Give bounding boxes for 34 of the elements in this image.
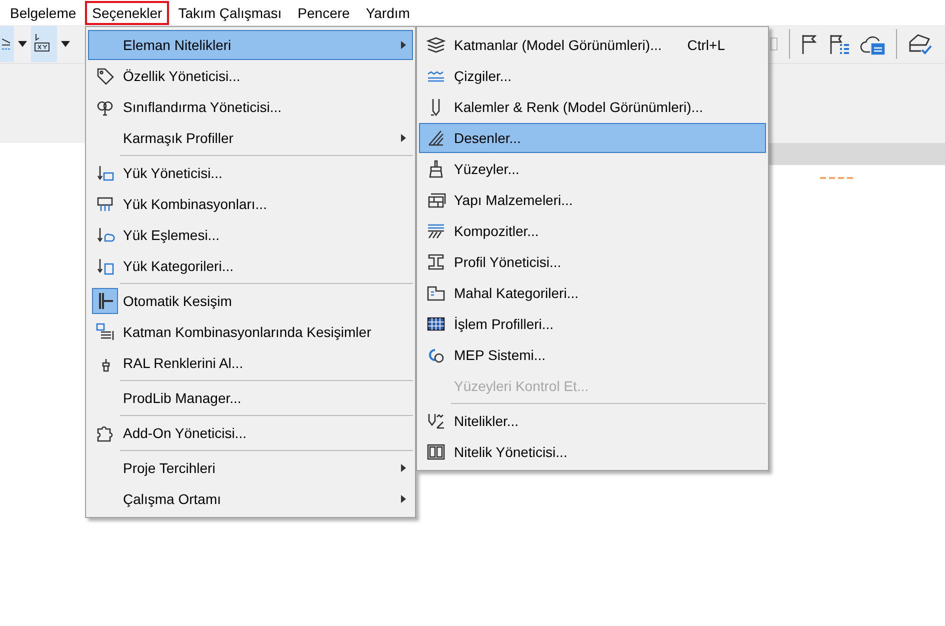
menu-item[interactable]: Add-On Yöneticisi... <box>88 418 413 448</box>
menu-item[interactable]: Çalışma Ortamı <box>88 484 413 514</box>
menu-item[interactable]: Kalemler & Renk (Model Görünümleri)... <box>419 92 766 122</box>
menu-item[interactable]: Otomatik Kesişim <box>88 286 413 316</box>
menu-item[interactable]: İşlem Profilleri... <box>419 309 766 339</box>
shortcut-text: Ctrl+L <box>687 37 725 53</box>
menu-item[interactable]: MEP Sistemi... <box>419 340 766 370</box>
menu-item[interactable]: Yapı Malzemeleri... <box>419 185 766 215</box>
menu-item[interactable]: Katmanlar (Model Görünümleri)... Ctrl+L <box>419 30 766 60</box>
menu-item[interactable]: Özellik Yöneticisi... <box>88 61 413 91</box>
menu-item[interactable]: Nitelik Yöneticisi... <box>419 437 766 467</box>
menu-item[interactable]: Kompozitler... <box>419 216 766 246</box>
menu-item[interactable]: RAL Renklerini Al... <box>88 348 413 378</box>
menu-bar-item[interactable]: Takım Çalışması <box>171 0 289 24</box>
menu-item[interactable]: ProdLib Manager... <box>88 383 413 413</box>
menu-item[interactable]: Sınıflandırma Yöneticisi... <box>88 92 413 122</box>
menu-item[interactable]: Yük Eşlemesi... <box>88 220 413 250</box>
menu-item[interactable]: Yük Yöneticisi... <box>88 158 413 188</box>
menu-bar-item[interactable]: Pencere <box>290 0 357 24</box>
menu-item[interactable]: Nitelikler... <box>419 406 766 436</box>
menu-item[interactable]: Eleman Nitelikleri <box>88 30 413 60</box>
menu-item[interactable]: Proje Tercihleri <box>88 453 413 483</box>
menu-item[interactable]: Yük Kombinasyonları... <box>88 189 413 219</box>
menu-bar-item[interactable]: Belgeleme <box>3 0 84 24</box>
menu-bar-item[interactable]: Yardım <box>358 0 417 24</box>
menu-item[interactable]: Desenler... <box>419 123 766 153</box>
menu-item[interactable]: Çizgiler... <box>419 61 766 91</box>
menu-item[interactable]: Yüzeyler... <box>419 154 766 184</box>
menu-item[interactable]: Katman Kombinasyonlarında Kesişimler <box>88 317 413 347</box>
menu-item[interactable]: Karmaşık Profiller <box>88 123 413 153</box>
menu-item[interactable]: Mahal Kategorileri... <box>419 278 766 308</box>
menu-item[interactable]: Yük Kategorileri... <box>88 251 413 281</box>
menu-item[interactable]: Profil Yöneticisi... <box>419 247 766 277</box>
menu-bar-item[interactable]: Seçenekler <box>85 0 170 24</box>
